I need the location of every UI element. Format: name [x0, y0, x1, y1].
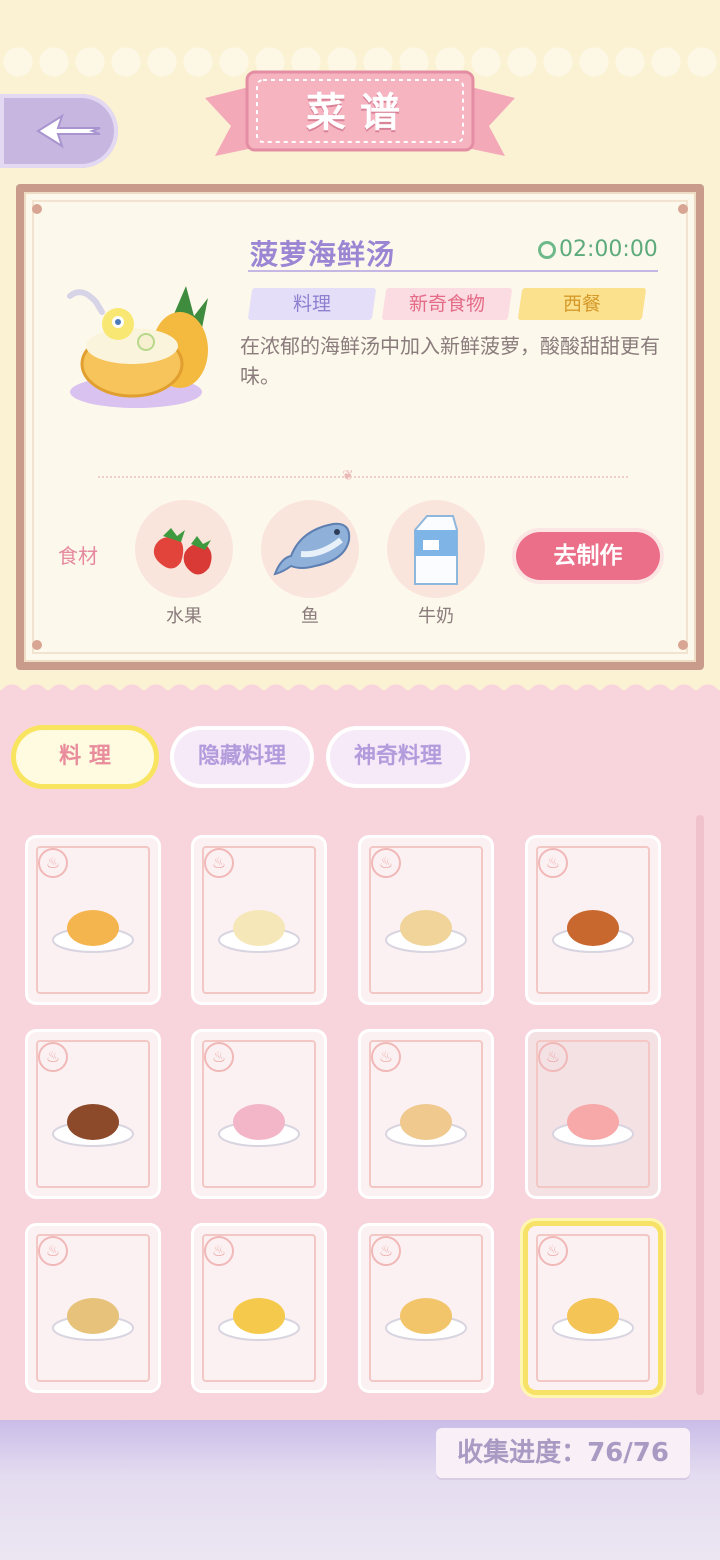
milk-carton-icon — [414, 515, 458, 585]
divider — [98, 476, 628, 478]
toast-icon — [218, 1298, 300, 1341]
strawberry-icon — [153, 528, 212, 575]
ingredient-fruit[interactable]: 水果 — [134, 500, 234, 628]
stew-plate-icon — [385, 910, 467, 953]
tab-hidden-dishes[interactable]: 隐藏料理 — [174, 730, 310, 784]
pineapple-soup-icon — [552, 1298, 634, 1341]
timer-value: 02:00:00 — [559, 237, 658, 262]
fried-chicken-icon — [552, 910, 634, 953]
cutlery-icon: ♨ — [371, 1236, 401, 1266]
cutlery-icon: ♨ — [38, 1236, 68, 1266]
page-title: 菜谱 — [306, 90, 414, 136]
parfait-icon — [552, 1104, 634, 1147]
pineapple-soup-icon — [67, 286, 208, 408]
cutlery-icon: ♨ — [538, 1236, 568, 1266]
recipe-card[interactable]: ♨ — [528, 1032, 658, 1196]
bow-icon: ❦ — [342, 468, 354, 484]
recipe-card[interactable]: ♨ — [28, 1032, 158, 1196]
recipe-card[interactable]: ♨ — [194, 838, 324, 1002]
cutlery-icon: ♨ — [204, 1042, 234, 1072]
make-button[interactable]: 去制作 — [516, 532, 660, 580]
dish-name: 菠萝海鲜汤 — [250, 238, 396, 271]
cutlery-icon: ♨ — [38, 1042, 68, 1072]
cutlery-icon: ♨ — [538, 1042, 568, 1072]
recipe-card[interactable]: ♨ — [28, 838, 158, 1002]
dango-icon — [218, 1104, 300, 1147]
ingredient-fish[interactable]: 鱼 — [260, 500, 360, 628]
recipe-card[interactable]: ♨ — [361, 1226, 491, 1390]
card-corner — [32, 640, 42, 650]
recipe-card[interactable]: ♨ — [194, 1226, 324, 1390]
recipe-card[interactable]: ♨ — [528, 1226, 658, 1390]
tag-cuisine: 西餐 — [517, 288, 647, 320]
back-arrow-icon — [36, 113, 101, 149]
soup-bowl-icon — [218, 910, 300, 953]
ingredient-milk[interactable]: 牛奶 — [386, 500, 486, 628]
recipe-card[interactable]: ♨ — [194, 1032, 324, 1196]
cutlery-icon: ♨ — [371, 1042, 401, 1072]
dish-description: 在浓郁的海鲜汤中加入新鲜菠萝，酸酸甜甜更有味。 — [240, 334, 660, 388]
dim-sum-icon — [385, 1104, 467, 1147]
clay-pot-icon — [52, 1104, 134, 1147]
ingredient-label: 牛奶 — [418, 606, 454, 627]
recipe-card[interactable]: ♨ — [28, 1226, 158, 1390]
cutlery-icon: ♨ — [204, 1236, 234, 1266]
ingredients-label: 食材 — [58, 544, 98, 568]
cookies-icon — [52, 1298, 134, 1341]
card-corner — [32, 204, 42, 214]
fish-icon — [273, 522, 351, 576]
burger-plate-icon — [52, 910, 134, 953]
collection-progress: 收集进度：76/76 — [436, 1428, 690, 1478]
cutlery-icon: ♨ — [38, 848, 68, 878]
tag-category: 料理 — [247, 288, 377, 320]
tab-dishes[interactable]: 料 理 — [16, 730, 154, 784]
ingredient-label: 水果 — [166, 606, 202, 627]
cutlery-icon: ♨ — [204, 848, 234, 878]
cook-timer: 02:00:00 — [538, 237, 658, 262]
bun-box-icon — [385, 1298, 467, 1341]
recipe-card[interactable]: ♨ — [361, 838, 491, 1002]
card-corner — [678, 640, 688, 650]
recipe-card[interactable]: ♨ — [528, 838, 658, 1002]
cutlery-icon: ♨ — [538, 848, 568, 878]
recipe-card[interactable]: ♨ — [361, 1032, 491, 1196]
scrollbar[interactable] — [696, 815, 704, 1395]
card-corner — [678, 204, 688, 214]
clock-icon — [538, 241, 556, 259]
cutlery-icon: ♨ — [371, 848, 401, 878]
tab-magic-dishes[interactable]: 神奇料理 — [330, 730, 466, 784]
ingredient-label: 鱼 — [301, 606, 319, 627]
title-underline — [248, 270, 658, 272]
back-button[interactable] — [0, 94, 118, 168]
tag-novelty: 新奇食物 — [381, 288, 513, 320]
